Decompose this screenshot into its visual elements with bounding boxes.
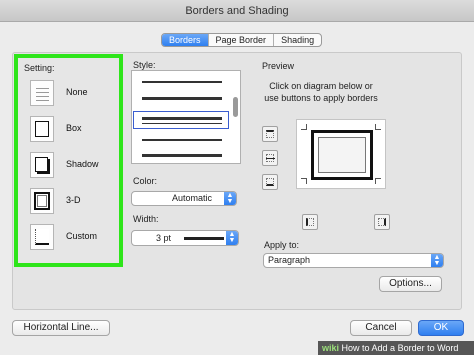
apply-to-label: Apply to: [264,240,300,250]
inside-horizontal-border-button[interactable] [262,150,278,166]
border-custom-icon [30,224,54,250]
watermark-brand: wiki [322,343,340,353]
width-value: 3 pt [156,233,172,243]
tab-bar: Borders Page Border Shading [161,33,323,47]
border-none-icon [30,80,54,106]
chevron-updown-icon: ▲ ▼ [431,254,443,267]
tab-page-border[interactable]: Page Border [209,34,275,46]
bottom-border-button[interactable] [262,174,278,190]
setting-none-label: None [66,87,88,97]
window-title: Borders and Shading [0,0,474,22]
apply-to-select[interactable]: Paragraph ▲ ▼ [263,253,444,268]
ok-button[interactable]: OK [418,320,464,336]
setting-box[interactable]: Box [30,116,125,144]
style-selection-highlight [133,111,229,129]
setting-shadow[interactable]: Shadow [30,152,125,180]
preview-instructions: Click on diagram below or use buttons to… [264,81,378,103]
style-option-selected[interactable] [142,117,222,120]
width-line-sample [184,237,224,240]
preview-text-block [318,137,366,173]
setting-3d[interactable]: 3-D [30,188,125,216]
top-border-button[interactable] [262,126,278,142]
color-label: Color: [133,176,158,186]
style-list-scrollbar[interactable] [233,97,238,117]
setting-box-label: Box [66,123,82,133]
color-select[interactable]: Automatic ▲ ▼ [131,191,237,206]
preview-label: Preview [262,61,295,71]
chevron-updown-icon: ▲ ▼ [224,192,236,205]
setting-label: Setting: [24,63,55,73]
setting-custom-label: Custom [66,231,98,241]
border-3d-icon [30,188,54,214]
width-label: Width: [133,214,159,224]
style-list[interactable] [131,70,241,164]
watermark: wiki How to Add a Border to Word [318,341,474,355]
tab-borders[interactable]: Borders [162,34,209,46]
style-option[interactable] [142,97,222,100]
borders-and-shading-dialog: Borders and Shading Borders Page Border … [0,0,474,355]
left-border-button[interactable] [302,214,318,230]
width-select[interactable]: 3 pt ▲ ▼ [131,230,239,246]
style-option[interactable] [142,154,222,157]
setting-3d-label: 3-D [66,195,81,205]
apply-to-value: Paragraph [268,255,311,265]
watermark-text: How to Add a Border to Word [341,343,459,353]
right-border-button[interactable] [374,214,390,230]
style-option-selected-inner [142,123,222,124]
style-option[interactable] [142,81,222,83]
setting-none[interactable]: None [30,80,125,108]
preview-diagram[interactable] [296,119,386,189]
preview-border-frame [311,130,373,180]
horizontal-line-button[interactable]: Horizontal Line... [12,320,110,336]
setting-shadow-label: Shadow [66,159,99,169]
options-button[interactable]: Options... [379,276,442,292]
style-option[interactable] [142,139,222,141]
border-box-icon [30,116,54,142]
setting-custom[interactable]: Custom [30,224,125,252]
color-value: Automatic [172,193,213,203]
chevron-updown-icon: ▲ ▼ [226,231,238,245]
border-shadow-icon [30,152,54,178]
cancel-button[interactable]: Cancel [350,320,412,336]
style-label: Style: [133,60,156,70]
setting-panel: Setting: None Box Shadow 3-D Custom [14,54,123,267]
tab-shading[interactable]: Shading [274,34,321,46]
